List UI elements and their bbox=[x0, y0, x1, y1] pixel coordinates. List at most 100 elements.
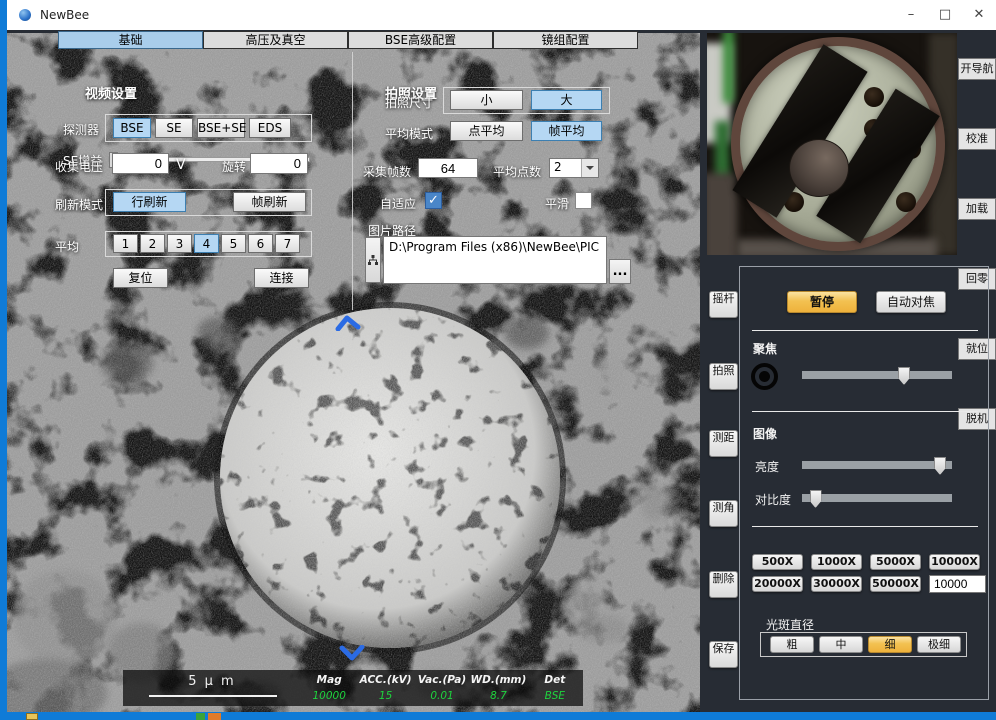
mag-30000x-button[interactable]: 30000X bbox=[811, 576, 862, 592]
separator bbox=[752, 411, 978, 412]
scale-line bbox=[149, 695, 277, 697]
app-tray-icon[interactable] bbox=[196, 713, 205, 720]
average-3-button[interactable]: 3 bbox=[167, 234, 192, 253]
spot-fine-button[interactable]: 细 bbox=[868, 636, 912, 653]
spot-medium-button[interactable]: 中 bbox=[819, 636, 863, 653]
detector-eds-button[interactable]: EDS bbox=[249, 118, 291, 138]
info-header: WD.(mm) bbox=[470, 674, 526, 686]
brightness-label: 亮度 bbox=[755, 458, 779, 475]
detector-bse-button[interactable]: BSE bbox=[113, 118, 151, 138]
avg-frame-button[interactable]: 帧平均 bbox=[531, 121, 602, 141]
refresh-frame-button[interactable]: 帧刷新 bbox=[233, 192, 306, 212]
brightness-slider[interactable] bbox=[802, 461, 952, 469]
path-input[interactable]: D:\Program Files (x86)\NewBee\PIC bbox=[383, 236, 607, 284]
chevron-down-icon[interactable] bbox=[339, 645, 365, 661]
nav-open-button[interactable]: 开导航 bbox=[958, 58, 996, 80]
rotation-label: 旋转 bbox=[222, 158, 246, 175]
mag-1000x-button[interactable]: 1000X bbox=[811, 554, 862, 570]
reset-button[interactable]: 复位 bbox=[113, 268, 168, 288]
path-tree-button[interactable] bbox=[365, 237, 381, 283]
mag-500x-button[interactable]: 500X bbox=[752, 554, 803, 570]
calibrate-button[interactable]: 校准 bbox=[958, 128, 996, 150]
mag-10000x-button[interactable]: 10000X bbox=[929, 554, 980, 570]
info-header: Det bbox=[527, 674, 583, 686]
average-6-button[interactable]: 6 bbox=[248, 234, 273, 253]
contrast-slider-thumb[interactable] bbox=[810, 490, 822, 508]
info-value: 8.7 bbox=[470, 690, 526, 702]
detector-label: 探测器 bbox=[63, 121, 99, 138]
average-5-button[interactable]: 5 bbox=[221, 234, 246, 253]
taskbar bbox=[0, 712, 996, 720]
tab-lens-config[interactable]: 镜组配置 bbox=[493, 31, 638, 49]
info-vac: Vac.(Pa) 0.01 bbox=[414, 670, 470, 706]
measure-angle-button[interactable]: 测角 bbox=[709, 500, 738, 527]
frames-input[interactable] bbox=[418, 158, 478, 178]
save-button[interactable]: 保存 bbox=[709, 641, 738, 668]
separator bbox=[752, 526, 978, 527]
scale-value: 5 μ m bbox=[123, 674, 301, 689]
maximize-button[interactable]: □ bbox=[928, 0, 962, 30]
control-panel: 暂停 自动对焦 聚焦 图像 亮度 对比度 500X 1000X 5000X 10… bbox=[739, 266, 989, 700]
avg-point-button[interactable]: 点平均 bbox=[450, 121, 523, 141]
tab-hv-vacuum[interactable]: 高压及真空 bbox=[203, 31, 348, 49]
delete-button[interactable]: 删除 bbox=[709, 571, 738, 598]
size-large-button[interactable]: 大 bbox=[531, 90, 602, 110]
image-section-label: 图像 bbox=[753, 425, 777, 442]
file-explorer-icon[interactable] bbox=[26, 713, 38, 720]
spot-coarse-button[interactable]: 粗 bbox=[770, 636, 814, 653]
minimize-button[interactable]: – bbox=[894, 0, 928, 30]
mag-20000x-button[interactable]: 20000X bbox=[752, 576, 803, 592]
focus-slider[interactable] bbox=[802, 371, 952, 379]
average-2-button[interactable]: 2 bbox=[140, 234, 165, 253]
pause-button[interactable]: 暂停 bbox=[787, 291, 857, 313]
average-7-button[interactable]: 7 bbox=[275, 234, 300, 253]
focus-slider-thumb[interactable] bbox=[898, 367, 910, 385]
app-window: NewBee – □ ✕ bbox=[7, 0, 996, 712]
detector-se-button[interactable]: SE bbox=[155, 118, 193, 138]
collect-voltage-input[interactable] bbox=[112, 153, 169, 174]
refresh-line-button[interactable]: 行刷新 bbox=[113, 192, 186, 212]
avg-mode-label: 平均模式 bbox=[385, 125, 433, 142]
autofocus-button[interactable]: 自动对焦 bbox=[876, 291, 946, 313]
joystick-button[interactable]: 摇杆 bbox=[709, 291, 738, 318]
window-content: 5 μ m Mag 10000 ACC.(kV) 15 Vac.(Pa) 0.0… bbox=[7, 30, 996, 712]
average-1-button[interactable]: 1 bbox=[113, 234, 138, 253]
separator bbox=[752, 330, 978, 331]
acquisition-info: Mag 10000 ACC.(kV) 15 Vac.(Pa) 0.01 WD.(… bbox=[301, 670, 583, 706]
collect-voltage-label: 收集电压 bbox=[55, 158, 103, 175]
tab-basic[interactable]: 基础 bbox=[58, 31, 203, 49]
mag-50000x-button[interactable]: 50000X bbox=[870, 576, 921, 592]
focus-label: 聚焦 bbox=[753, 340, 777, 357]
smooth-label: 平滑 bbox=[545, 195, 569, 212]
detector-bse-se-button[interactable]: BSE+SE bbox=[197, 118, 245, 138]
tab-bse-advanced[interactable]: BSE高级配置 bbox=[348, 31, 493, 49]
mag-value-input[interactable] bbox=[929, 575, 986, 593]
size-small-button[interactable]: 小 bbox=[450, 90, 523, 110]
smooth-checkbox[interactable] bbox=[575, 192, 592, 209]
rotation-input[interactable] bbox=[250, 153, 308, 174]
measure-distance-button[interactable]: 测距 bbox=[709, 430, 738, 457]
app-tray-icon-2[interactable] bbox=[208, 713, 221, 720]
frames-label: 采集帧数 bbox=[363, 163, 411, 180]
camera-green-cable-2 bbox=[715, 121, 730, 181]
load-button[interactable]: 加载 bbox=[958, 198, 996, 220]
contrast-slider[interactable] bbox=[802, 494, 952, 502]
capture-button[interactable]: 拍照 bbox=[709, 363, 738, 390]
chevron-up-icon[interactable] bbox=[335, 315, 361, 331]
browse-button[interactable]: ... bbox=[609, 259, 631, 284]
spot-diameter-label: 光斑直径 bbox=[766, 616, 814, 633]
chamber-camera-view bbox=[707, 33, 957, 255]
spot-extra-fine-button[interactable]: 极细 bbox=[917, 636, 961, 653]
mag-5000x-button[interactable]: 5000X bbox=[870, 554, 921, 570]
focus-knob[interactable] bbox=[751, 363, 778, 390]
avg-points-dropdown[interactable]: 2 bbox=[549, 158, 599, 178]
connect-button[interactable]: 连接 bbox=[254, 268, 309, 288]
dropdown-arrow-icon[interactable] bbox=[581, 159, 598, 177]
brightness-slider-thumb[interactable] bbox=[934, 457, 946, 475]
scale-section: 5 μ m bbox=[123, 670, 301, 706]
close-button[interactable]: ✕ bbox=[962, 0, 996, 30]
adaptive-checkbox[interactable]: ✓ bbox=[425, 192, 442, 209]
average-4-button[interactable]: 4 bbox=[194, 234, 219, 253]
app-logo-icon bbox=[19, 9, 31, 21]
info-det: Det BSE bbox=[527, 670, 583, 706]
